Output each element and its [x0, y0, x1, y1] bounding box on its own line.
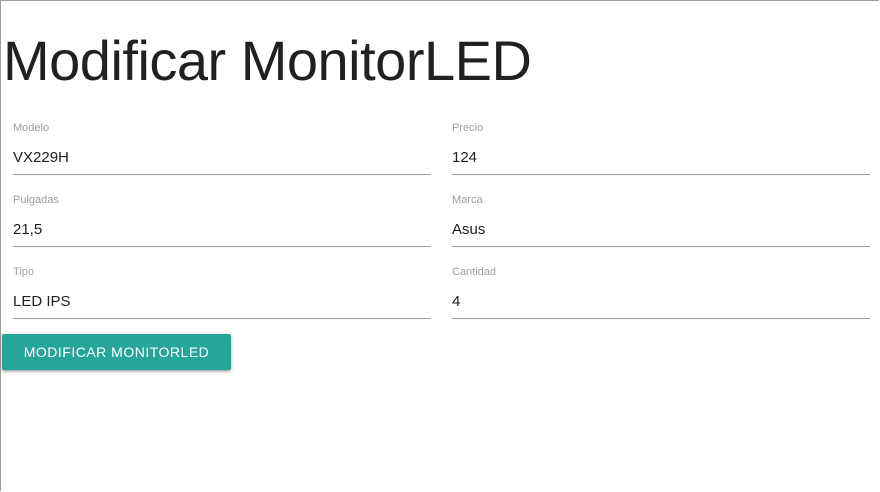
- marca-input[interactable]: [452, 213, 870, 247]
- modelo-input[interactable]: [13, 141, 431, 175]
- pulgadas-input[interactable]: [13, 213, 431, 247]
- marca-label: Marca: [452, 194, 483, 206]
- cantidad-field: Cantidad: [452, 265, 870, 321]
- page-title: Modificar MonitorLED: [3, 29, 532, 92]
- cantidad-label: Cantidad: [452, 266, 497, 278]
- precio-field: Precio: [452, 121, 870, 177]
- pulgadas-label: Pulgadas: [13, 194, 59, 206]
- pulgadas-field: Pulgadas: [13, 193, 431, 249]
- tipo-label: Tipo: [13, 266, 34, 278]
- precio-input[interactable]: [452, 141, 870, 175]
- modificar-monitorled-button[interactable]: MODIFICAR MONITORLED: [2, 334, 231, 370]
- modelo-label: Modelo: [13, 122, 50, 134]
- marca-field: Marca: [452, 193, 870, 249]
- cantidad-input[interactable]: [452, 285, 870, 319]
- tipo-input[interactable]: [13, 285, 431, 319]
- modelo-field: Modelo: [13, 121, 431, 177]
- precio-label: Precio: [452, 122, 484, 134]
- tipo-field: Tipo: [13, 265, 431, 321]
